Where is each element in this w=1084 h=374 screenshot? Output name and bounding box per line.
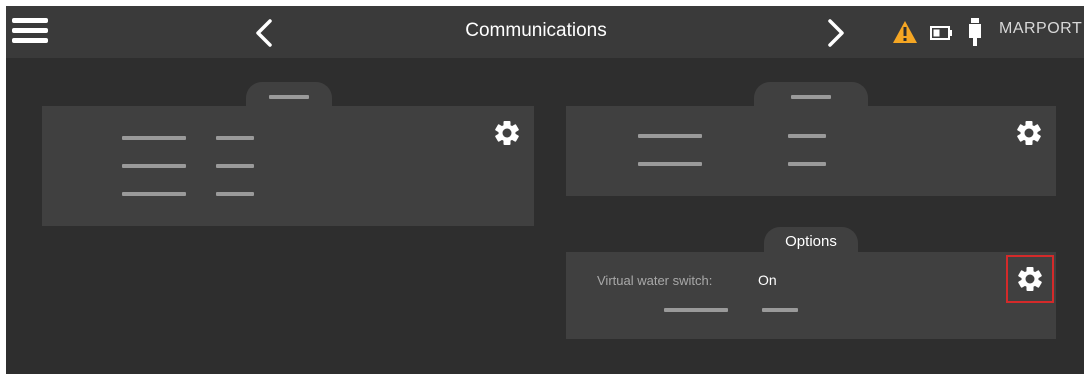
placeholder-bar [638,134,702,138]
warning-icon[interactable] [892,20,918,49]
virtual-water-switch-value[interactable]: On [758,272,777,288]
placeholder-bar [791,95,831,99]
placeholder-bar [788,162,826,166]
chevron-left-icon[interactable] [252,18,276,48]
placeholder-bar [122,164,186,168]
app-screen: Communications MARPORT Options Virtual w… [6,6,1084,374]
hamburger-menu-icon[interactable] [12,16,48,46]
panel-1 [42,106,534,226]
placeholder-bar [788,134,826,138]
placeholder-bar [269,95,309,99]
placeholder-bar [216,164,254,168]
options-panel: Virtual water switch: On [566,252,1056,339]
gear-icon[interactable] [1017,266,1043,292]
chevron-right-icon[interactable] [824,18,848,48]
marport-logo: MARPORT [999,20,1083,37]
gear-icon[interactable] [494,120,520,146]
placeholder-bar [664,308,728,312]
placeholder-bar [638,162,702,166]
battery-icon [930,26,954,45]
options-tab-label: Options [785,233,837,250]
placeholder-bar [122,192,186,196]
top-bar: Communications MARPORT [6,6,1084,58]
placeholder-bar [216,136,254,140]
placeholder-bar [122,136,186,140]
placeholder-bar [762,308,798,312]
usb-plug-icon [968,18,982,51]
virtual-water-switch-label: Virtual water switch: [597,273,713,288]
gear-icon[interactable] [1016,120,1042,146]
page-title: Communications [465,20,607,41]
placeholder-bar [216,192,254,196]
panel-2 [566,106,1056,196]
